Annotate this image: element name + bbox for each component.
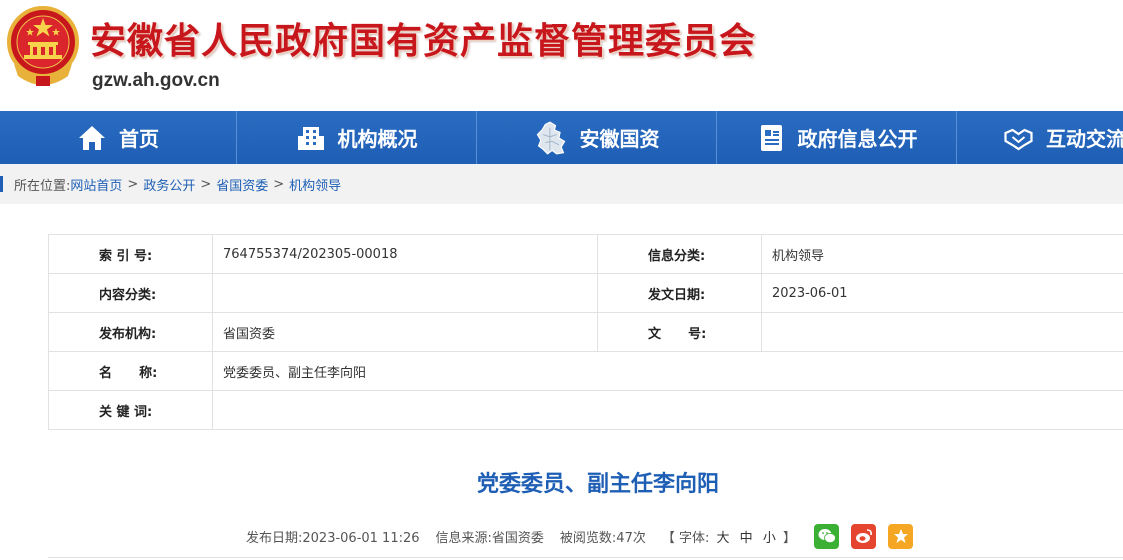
index-label: 索 引 号: [48, 234, 213, 274]
issue-date-label: 发文日期: [597, 273, 762, 313]
site-domain: gzw.ah.gov.cn [92, 70, 220, 91]
divider [48, 557, 1123, 558]
keywords-label: 关 键 词: [48, 390, 213, 430]
breadcrumb-public-affairs-link[interactable]: 政务公开 [143, 175, 195, 194]
info-source: 信息来源:省国资委 [435, 530, 544, 546]
breadcrumb: 所在位置: 网站首页 > 政务公开 > 省国资委 > 机构领导 [0, 164, 1123, 204]
document-number-label: 文 号: [597, 312, 762, 352]
category-label: 信息分类: [597, 234, 762, 274]
national-emblem-icon [7, 6, 79, 86]
category-value: 机构领导 [761, 234, 1123, 274]
font-size-prefix: 【 字体: [661, 530, 710, 546]
font-medium-button[interactable]: 中 [740, 531, 753, 546]
handshake-icon [1004, 128, 1033, 150]
view-count: 被阅览数:47次 [559, 530, 646, 546]
article-meta: 发布日期:2023-06-01 11:26 信息来源:省国资委 被阅览数:47次… [246, 522, 925, 550]
nav-item-label: 政府信息公开 [797, 127, 918, 151]
share-wechat-button[interactable] [814, 523, 839, 549]
breadcrumb-sasac-link[interactable]: 省国资委 [216, 175, 268, 194]
document-info-table: 索 引 号: 764755374/202305-00018 信息分类: 机构领导… [48, 234, 1123, 430]
map-icon [536, 120, 565, 155]
publisher-value: 省国资委 [212, 312, 598, 352]
breadcrumb-separator: > [200, 176, 212, 192]
wechat-icon [818, 529, 836, 543]
name-value: 党委委员、副主任李向阳 [212, 351, 1123, 391]
weibo-icon [855, 529, 872, 543]
main-nav: 首页 机构概况 安徽国资 政府信息公开 互动交流 [0, 111, 1123, 164]
nav-item-home[interactable]: 首页 [0, 111, 237, 164]
breadcrumb-separator: > [273, 176, 285, 192]
table-row: 内容分类: 发文日期: 2023-06-01 [48, 273, 1123, 313]
index-value: 764755374/202305-00018 [212, 234, 598, 274]
issue-date-value: 2023-06-01 [761, 273, 1123, 313]
star-icon [893, 529, 908, 543]
add-favorite-button[interactable] [888, 523, 913, 549]
nav-item-label: 互动交流 [1046, 127, 1123, 151]
publish-date: 发布日期:2023-06-01 11:26 [246, 530, 420, 546]
nav-item-label: 机构概况 [337, 127, 418, 151]
article-title: 党委委员、副主任李向阳 [476, 472, 719, 497]
name-label: 名 称: [48, 351, 213, 391]
building-icon [297, 126, 324, 150]
site-header: 安徽省人民政府国有资产监督管理委员会 gzw.ah.gov.cn [0, 0, 1123, 110]
table-row: 名 称: 党委委员、副主任李向阳 [48, 351, 1123, 391]
keywords-value [212, 390, 1123, 430]
font-large-button[interactable]: 大 [717, 531, 730, 546]
document-icon [760, 124, 782, 151]
nav-item-anhui-sasac[interactable]: 安徽国资 [477, 111, 717, 164]
document-number-value [761, 312, 1123, 352]
font-size-control: 【 字体: 大 中 小 】 [662, 527, 796, 546]
content-category-label: 内容分类: [48, 273, 213, 313]
breadcrumb-prefix: 所在位置: [14, 178, 71, 194]
table-row: 发布机构: 省国资委 文 号: [48, 312, 1123, 352]
content-category-value [212, 273, 598, 313]
share-weibo-button[interactable] [851, 523, 876, 549]
table-row: 关 键 词: [48, 390, 1123, 430]
table-row: 索 引 号: 764755374/202305-00018 信息分类: 机构领导 [48, 234, 1123, 274]
nav-item-label: 首页 [119, 127, 159, 151]
breadcrumb-separator: > [127, 176, 139, 192]
nav-item-overview[interactable]: 机构概况 [237, 111, 477, 164]
font-size-suffix: 】 [782, 530, 796, 546]
nav-item-interaction[interactable]: 互动交流 [957, 111, 1123, 164]
nav-item-gov-info[interactable]: 政府信息公开 [717, 111, 957, 164]
site-title: 安徽省人民政府国有资产监督管理委员会 [90, 20, 757, 62]
breadcrumb-leadership-link[interactable]: 机构领导 [289, 175, 341, 194]
publisher-label: 发布机构: [48, 312, 213, 352]
breadcrumb-home-link[interactable]: 网站首页 [70, 175, 122, 194]
nav-item-label: 安徽国资 [579, 127, 660, 151]
home-icon [79, 125, 105, 150]
font-small-button[interactable]: 小 [763, 531, 776, 546]
